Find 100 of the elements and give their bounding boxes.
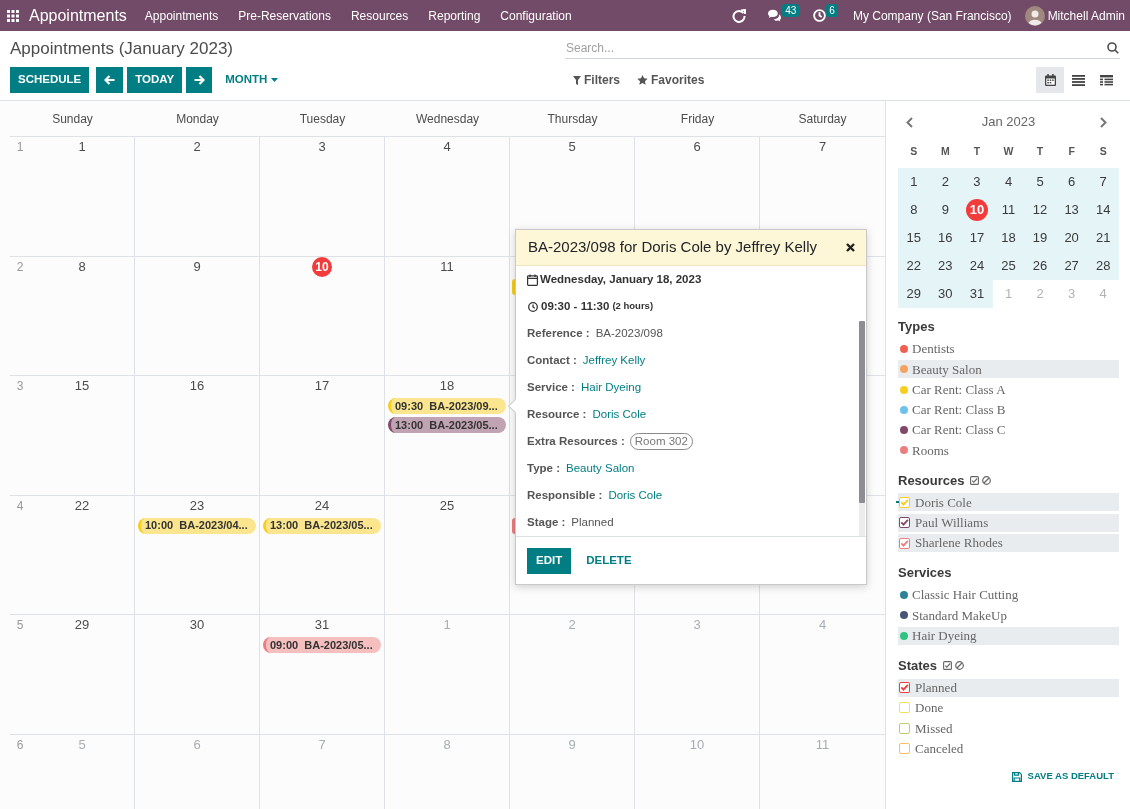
checkbox[interactable]: [899, 517, 910, 529]
menu-item[interactable]: Reporting: [428, 7, 481, 24]
calendar-day[interactable]: 1: [898, 168, 930, 196]
field-link[interactable]: Hair Dyeing: [580, 378, 642, 397]
field-link[interactable]: Jeffrey Kelly: [582, 351, 646, 370]
calendar-day[interactable]: 21: [1087, 224, 1119, 252]
calendar-day[interactable]: 27: [1055, 252, 1088, 280]
calendar-day[interactable]: 19: [1024, 224, 1056, 252]
calendar-day[interactable]: 15: [898, 224, 930, 252]
calendar-day[interactable]: 6: [1055, 168, 1088, 196]
view-switch-button[interactable]: [1036, 67, 1064, 93]
calendar-day[interactable]: 3: [961, 168, 993, 196]
calendar-day[interactable]: 4: [992, 168, 1025, 196]
user-menu[interactable]: Mitchell Admin: [1047, 6, 1125, 25]
calendar-day[interactable]: 8: [898, 196, 930, 224]
calendar-event[interactable]: 09:00 BA-2023/05...: [263, 637, 381, 653]
day-number: 18: [439, 377, 455, 395]
calendar-day[interactable]: 30: [929, 280, 962, 308]
field-link[interactable]: Doris Cole: [608, 486, 663, 505]
calendar-day[interactable]: 18: [992, 224, 1025, 252]
calendar-event[interactable]: 09:30 BA-2023/09...: [388, 398, 506, 414]
menu-item[interactable]: Appointments: [144, 7, 219, 24]
day-number: 16: [189, 377, 205, 395]
company-switcher[interactable]: My Company (San Francisco): [852, 6, 1012, 25]
filter-item[interactable]: Classic Hair Cutting: [898, 586, 1119, 605]
day-number: 25: [439, 496, 455, 515]
user-avatar-icon[interactable]: [1024, 5, 1045, 26]
calendar-day[interactable]: 31: [961, 280, 993, 308]
calendar-day[interactable]: 11: [992, 196, 1025, 224]
filter-item[interactable]: Car Rent: Class C: [898, 421, 1119, 440]
app-name[interactable]: Appointments: [29, 5, 127, 26]
filter-item[interactable]: Done: [898, 698, 1119, 717]
calendar-day[interactable]: 13: [1055, 196, 1088, 224]
calendar-day[interactable]: 24: [961, 252, 993, 280]
calendar-event[interactable]: 10:00 BA-2023/04...: [138, 517, 256, 534]
calendar-day[interactable]: 17: [961, 224, 993, 252]
checkbox[interactable]: [899, 722, 910, 734]
close-icon[interactable]: [846, 243, 855, 252]
field-link[interactable]: Beauty Salon: [566, 459, 635, 478]
calendar-event[interactable]: 13:00 BA-2023/05...: [263, 517, 381, 534]
calendar-day[interactable]: 5: [1024, 168, 1056, 196]
calendar-day[interactable]: 29: [898, 280, 930, 308]
scrollbar-thumb[interactable]: [859, 321, 865, 503]
list-icon: [1071, 74, 1085, 86]
chat-bubbles-icon[interactable]: [767, 9, 783, 22]
filter-item[interactable]: Dentists: [898, 340, 1119, 358]
calendar-day[interactable]: 28: [1087, 252, 1119, 280]
scale-dropdown[interactable]: MONTH: [220, 67, 284, 93]
field-link[interactable]: Doris Cole: [592, 405, 647, 424]
filter-item[interactable]: Doris Cole: [898, 493, 1119, 512]
filter-item[interactable]: Beauty Salon: [898, 360, 1119, 379]
clock-icon[interactable]: [813, 9, 827, 22]
circular-arrow-icon[interactable]: [732, 8, 747, 23]
menu-item[interactable]: Configuration: [500, 7, 572, 24]
calendar-day[interactable]: 7: [1087, 168, 1119, 196]
filters-button[interactable]: Filters: [573, 71, 620, 89]
calendar-day[interactable]: 20: [1055, 224, 1088, 252]
favorites-button[interactable]: Favorites: [637, 71, 705, 89]
search-icon[interactable]: [1107, 42, 1119, 54]
calendar-day[interactable]: 9: [929, 196, 962, 224]
save-as-default-button[interactable]: SAVE AS DEFAULT: [1011, 767, 1119, 786]
edit-button[interactable]: EDIT: [527, 547, 572, 574]
calendar-day[interactable]: 26: [1024, 252, 1056, 280]
next-button[interactable]: [186, 67, 213, 93]
menu-item[interactable]: Pre-Reservations: [238, 7, 331, 24]
filter-item[interactable]: Paul Williams: [898, 513, 1119, 532]
today-button[interactable]: TODAY: [127, 67, 183, 93]
calendar-day[interactable]: 25: [992, 252, 1025, 280]
calendar-event[interactable]: 13:00 BA-2023/05...: [388, 417, 506, 433]
checked-box-icon[interactable]: [970, 476, 980, 485]
slashed-circle-icon[interactable]: [955, 661, 965, 671]
calendar-event[interactable]: [512, 517, 515, 534]
filter-item[interactable]: Standard MakeUp: [898, 606, 1119, 625]
day-number: 6: [693, 138, 701, 156]
delete-button[interactable]: DELETE: [577, 547, 641, 574]
menu-item[interactable]: Resources: [350, 7, 409, 24]
filter-item[interactable]: Rooms: [898, 441, 1119, 460]
schedule-button[interactable]: SCHEDULE: [10, 67, 90, 93]
checked-box-icon[interactable]: [943, 661, 953, 671]
filter-item[interactable]: Car Rent: Class B: [898, 400, 1119, 419]
filter-item[interactable]: Canceled: [898, 739, 1119, 758]
filter-item[interactable]: Planned: [898, 678, 1119, 697]
previous-button[interactable]: [96, 67, 124, 93]
calendar-day[interactable]: 23: [929, 252, 962, 280]
calendar-day[interactable]: 22: [898, 252, 930, 280]
calendar-day[interactable]: 2: [929, 168, 962, 196]
calendar-day[interactable]: 10: [961, 196, 993, 224]
checkbox[interactable]: [899, 537, 910, 549]
calendar-day[interactable]: 16: [929, 224, 962, 252]
filter-item[interactable]: Missed: [898, 719, 1119, 738]
apps-grid-icon[interactable]: [7, 9, 19, 22]
filter-item[interactable]: Car Rent: Class A: [898, 380, 1119, 399]
slashed-circle-icon[interactable]: [982, 476, 992, 485]
search-field[interactable]: Search...: [565, 38, 1107, 58]
scrollbar[interactable]: [859, 321, 865, 536]
filter-item[interactable]: Hair Dyeing: [898, 626, 1119, 645]
calendar-day[interactable]: 12: [1024, 196, 1056, 224]
calendar-day[interactable]: 14: [1087, 196, 1119, 224]
checkbox[interactable]: [899, 682, 910, 694]
filter-item[interactable]: Sharlene Rhodes: [898, 534, 1119, 553]
